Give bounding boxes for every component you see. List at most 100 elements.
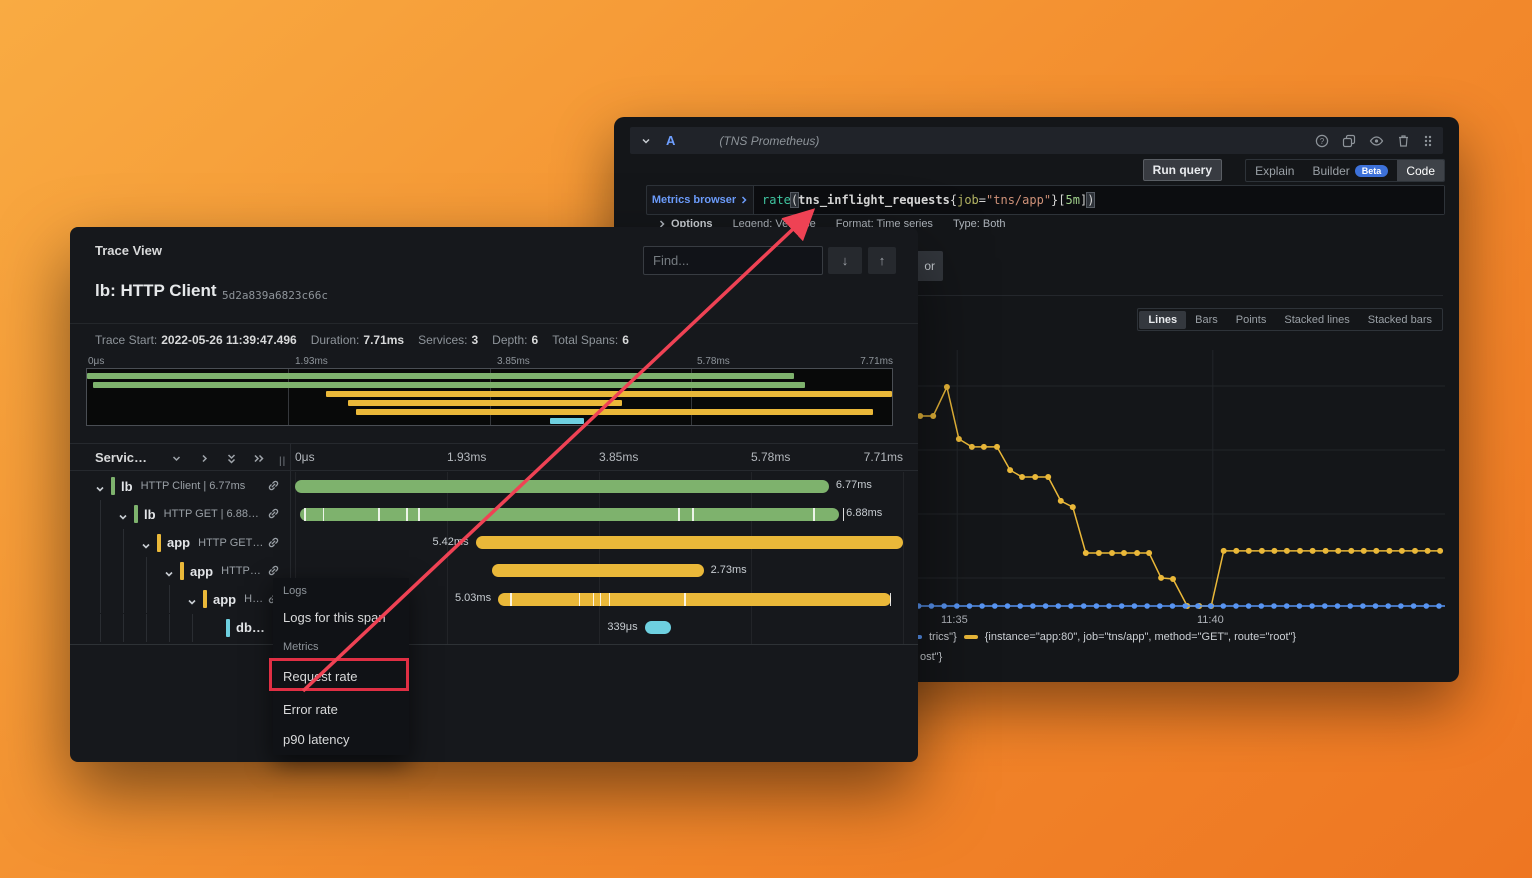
- chevron-down-icon[interactable]: [171, 453, 182, 464]
- meta-label: Duration:: [311, 333, 360, 347]
- chevron-right-icon: [740, 195, 748, 205]
- help-icon[interactable]: ?: [1315, 134, 1329, 148]
- eye-icon[interactable]: [1369, 134, 1384, 148]
- span-duration-bar[interactable]: [498, 593, 891, 606]
- log-marker: [510, 593, 512, 606]
- viz-mode-stacked-lines[interactable]: Stacked lines: [1275, 311, 1358, 329]
- legend-label-partial: trics"}: [929, 631, 957, 643]
- chevron-down-icon[interactable]: [141, 538, 151, 556]
- chevron-down-icon[interactable]: [187, 594, 197, 612]
- link-icon[interactable]: [267, 536, 280, 554]
- find-input[interactable]: [643, 246, 823, 275]
- span-table-header: Servic… || 0μs 1.93ms 3.85ms 5.78ms 7.71…: [70, 443, 918, 471]
- metrics-browser-button[interactable]: Metrics browser: [647, 186, 753, 214]
- indent-guide: [169, 585, 170, 613]
- query-token: =: [979, 193, 986, 207]
- column-resize-grip[interactable]: ||: [279, 456, 286, 467]
- indent-guide: [146, 585, 147, 613]
- chevron-right-icon[interactable]: [199, 453, 210, 464]
- span-duration-bar[interactable]: [295, 480, 829, 493]
- query-token: {: [950, 193, 957, 207]
- link-icon[interactable]: [267, 479, 280, 497]
- meta-label: Depth:: [492, 333, 527, 347]
- chart-legend-row[interactable]: ost"}: [920, 650, 942, 664]
- options-type: Type: Both: [953, 218, 1006, 230]
- chevron-down-icon[interactable]: [118, 509, 128, 527]
- minimap-tick: 7.71ms: [860, 356, 893, 367]
- legend-label: {instance="app:80", job="tns/app", metho…: [985, 631, 1296, 643]
- span-row[interactable]: appH…5.03ms: [70, 585, 918, 613]
- x-axis-tick: 11:40: [1197, 614, 1224, 626]
- drag-handle-icon[interactable]: [1423, 134, 1433, 148]
- log-marker: [600, 593, 602, 606]
- menu-item-logs-for-this-span[interactable]: Logs for this span: [283, 610, 386, 625]
- mode-code[interactable]: Code: [1397, 160, 1444, 181]
- chart-legend-row[interactable]: trics"} {instance="app:80", job="tns/app…: [910, 630, 1296, 644]
- indent-guide: [123, 529, 124, 557]
- promql-query-input[interactable]: rate(tns_inflight_requests{job="tns/app"…: [753, 186, 1444, 214]
- run-query-button[interactable]: Run query: [1143, 159, 1222, 181]
- minimap-span-bar: [550, 418, 585, 424]
- find-next-button[interactable]: ↓: [828, 247, 862, 274]
- menu-item-error-rate[interactable]: Error rate: [283, 702, 338, 717]
- double-chevron-right-icon[interactable]: [253, 453, 265, 464]
- span-name-cell: db…: [236, 614, 265, 642]
- mode-explain[interactable]: Explain: [1246, 160, 1303, 181]
- query-row-header[interactable]: A (TNS Prometheus) ?: [630, 127, 1443, 154]
- span-duration-label: 5.42ms: [433, 536, 469, 548]
- span-duration-label: 6.88ms: [846, 507, 882, 519]
- span-duration-bar[interactable]: [492, 564, 704, 577]
- metrics-browser-label: Metrics browser: [652, 194, 736, 206]
- span-duration-bar[interactable]: [300, 508, 839, 521]
- duplicate-icon[interactable]: [1342, 134, 1356, 148]
- log-marker: [378, 508, 380, 521]
- span-row[interactable]: lbHTTP Client | 6.77ms6.77ms: [70, 472, 918, 500]
- log-marker: [843, 508, 845, 521]
- log-marker: [323, 508, 325, 521]
- trash-icon[interactable]: [1397, 134, 1410, 148]
- service-color-bar: [226, 619, 230, 637]
- panel-title: Trace View: [95, 243, 162, 258]
- span-duration-bar[interactable]: [645, 621, 671, 634]
- span-name-cell: appHTTP…: [190, 557, 261, 585]
- span-row[interactable]: appHTTP…2.73ms: [70, 557, 918, 585]
- service-color-bar: [157, 534, 161, 552]
- trace-name: lb: HTTP Client: [95, 281, 217, 301]
- meta-label: Trace Start:: [95, 333, 157, 347]
- minimap-tick: 1.93ms: [295, 356, 328, 367]
- minimap-span-bar: [356, 409, 873, 415]
- menu-item-p90-latency[interactable]: p90 latency: [283, 732, 350, 747]
- minimap-tick: 3.85ms: [497, 356, 530, 367]
- indent-guide: [123, 557, 124, 585]
- span-row[interactable]: lbHTTP GET | 6.88…6.88ms: [70, 500, 918, 528]
- service-operation-column-header[interactable]: Servic…: [95, 450, 147, 465]
- annotation-highlight-box: [269, 658, 409, 691]
- viz-mode-stacked-bars[interactable]: Stacked bars: [1359, 311, 1441, 329]
- time-series-chart[interactable]: [900, 350, 1445, 612]
- log-marker: [593, 593, 595, 606]
- service-name: lb: [121, 479, 133, 494]
- double-chevron-down-icon[interactable]: [226, 453, 237, 465]
- span-row[interactable]: appHTTP GET…5.42ms: [70, 529, 918, 557]
- span-list: lbHTTP Client | 6.77ms6.77mslbHTTP GET |…: [70, 472, 918, 645]
- query-token: "tns/app": [986, 193, 1051, 207]
- legend-swatch-yellow: [964, 635, 978, 639]
- log-marker: [418, 508, 420, 521]
- trace-metadata: Trace Start:2022-05-26 11:39:47.496 Dura…: [95, 333, 629, 347]
- mode-builder[interactable]: BuilderBeta: [1303, 160, 1397, 181]
- service-color-bar: [180, 562, 184, 580]
- span-row[interactable]: db…339μs: [70, 614, 918, 642]
- chevron-down-icon[interactable]: [164, 566, 174, 584]
- divider: [70, 323, 918, 324]
- viz-mode-lines[interactable]: Lines: [1139, 311, 1186, 329]
- mode-builder-label: Builder: [1312, 164, 1349, 178]
- find-prev-button[interactable]: ↑: [868, 247, 896, 274]
- collapse-chevron-icon[interactable]: [640, 135, 652, 147]
- viz-mode-points[interactable]: Points: [1227, 311, 1276, 329]
- chart-plot-area: [900, 350, 1445, 612]
- chevron-down-icon[interactable]: [95, 481, 105, 499]
- span-duration-bar[interactable]: [476, 536, 903, 549]
- link-icon[interactable]: [267, 507, 280, 525]
- trace-timeline-minimap[interactable]: [86, 368, 893, 426]
- viz-mode-bars[interactable]: Bars: [1186, 311, 1227, 329]
